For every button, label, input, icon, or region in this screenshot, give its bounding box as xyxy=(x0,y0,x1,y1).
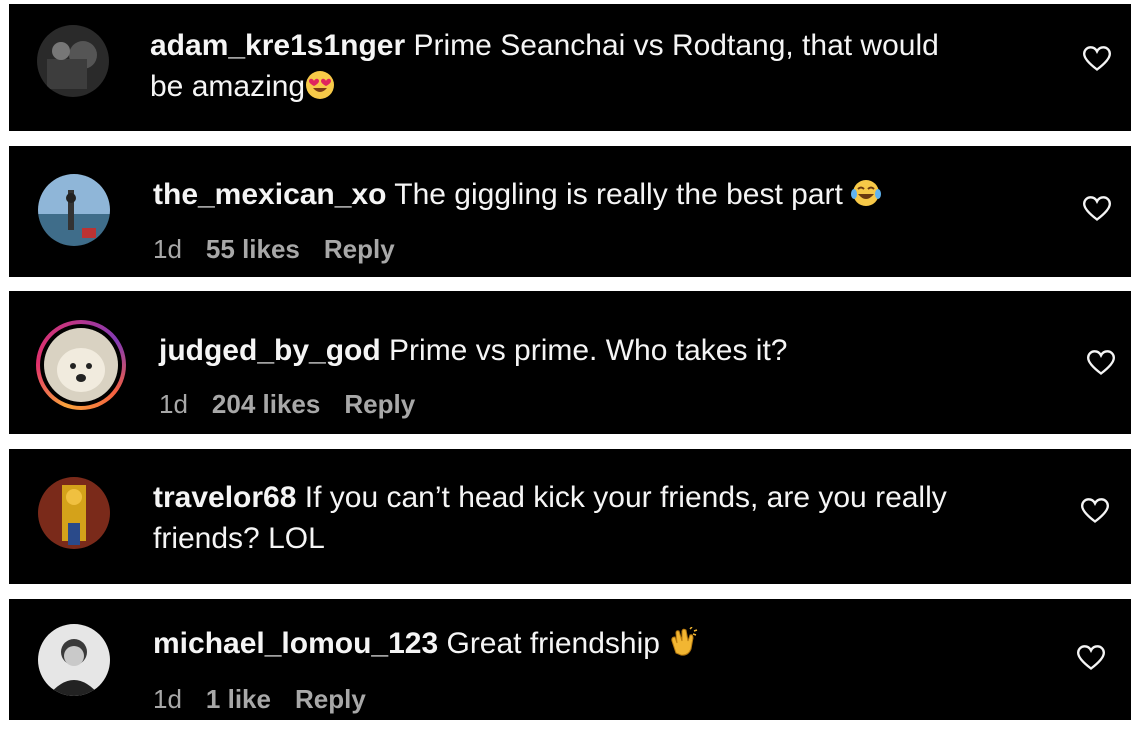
like-heart-icon[interactable] xyxy=(1083,196,1111,222)
comment-body: If you can’t head kick your friends, are… xyxy=(304,481,947,514)
comment-time: 1d xyxy=(159,389,188,419)
comment-text: michael_lomou_123 Great friendship xyxy=(153,623,1053,668)
comment-card: adam_kre1s1nger Prime Seanchai vs Rodtan… xyxy=(9,4,1131,131)
like-heart-icon[interactable] xyxy=(1083,46,1111,72)
reply-button[interactable]: Reply xyxy=(344,389,415,419)
comment-body: Prime vs prime. Who takes it? xyxy=(389,334,788,367)
comment-text: the_mexican_xo The giggling is really th… xyxy=(153,174,1053,219)
likes-count[interactable]: 204 likes xyxy=(212,389,320,419)
comment-meta: 1d 204 likes Reply xyxy=(159,389,439,420)
avatar[interactable] xyxy=(37,25,109,97)
username[interactable]: travelor68 xyxy=(153,481,296,514)
comment-text: travelor68 If you can’t head kick your f… xyxy=(153,477,1073,559)
like-heart-icon[interactable] xyxy=(1081,498,1109,524)
avatar[interactable] xyxy=(38,624,110,696)
comment-body: The giggling is really the best part xyxy=(394,178,843,211)
username[interactable]: the_mexican_xo xyxy=(153,178,386,211)
comment-meta: 1d 55 likes Reply xyxy=(153,234,419,265)
comment-time: 1d xyxy=(153,684,182,714)
likes-count[interactable]: 1 like xyxy=(206,684,271,714)
comment-text: judged_by_god Prime vs prime. Who takes … xyxy=(159,330,1059,371)
comment-body: Prime Seanchai vs Rodtang, that would xyxy=(413,29,939,62)
comment-body-line2: be amazing xyxy=(150,70,306,103)
comment-text: adam_kre1s1nger Prime Seanchai vs Rodtan… xyxy=(150,25,1050,111)
avatar[interactable] xyxy=(38,174,110,246)
avatar[interactable] xyxy=(38,477,110,549)
comment-card: judged_by_god Prime vs prime. Who takes … xyxy=(9,291,1131,434)
tears-of-joy-emoji xyxy=(851,178,882,219)
like-heart-icon[interactable] xyxy=(1077,645,1105,671)
clapping-hands-emoji xyxy=(668,626,698,668)
comment-time: 1d xyxy=(153,234,182,264)
heart-eyes-emoji xyxy=(305,70,335,111)
like-heart-icon[interactable] xyxy=(1087,350,1115,376)
comment-body: Great friendship xyxy=(446,627,660,660)
username[interactable]: adam_kre1s1nger xyxy=(150,29,405,62)
comment-meta: 1d 1 like Reply xyxy=(153,684,390,715)
username[interactable]: judged_by_god xyxy=(159,334,381,367)
comment-card: michael_lomou_123 Great friendship 1d 1 l… xyxy=(9,599,1131,720)
reply-button[interactable]: Reply xyxy=(324,234,395,264)
avatar[interactable] xyxy=(44,328,118,402)
comment-card: the_mexican_xo The giggling is really th… xyxy=(9,146,1131,277)
username[interactable]: michael_lomou_123 xyxy=(153,627,438,660)
comment-body-line2: friends? LOL xyxy=(153,522,325,555)
comment-card: travelor68 If you can’t head kick your f… xyxy=(9,449,1131,584)
reply-button[interactable]: Reply xyxy=(295,684,366,714)
likes-count[interactable]: 55 likes xyxy=(206,234,300,264)
